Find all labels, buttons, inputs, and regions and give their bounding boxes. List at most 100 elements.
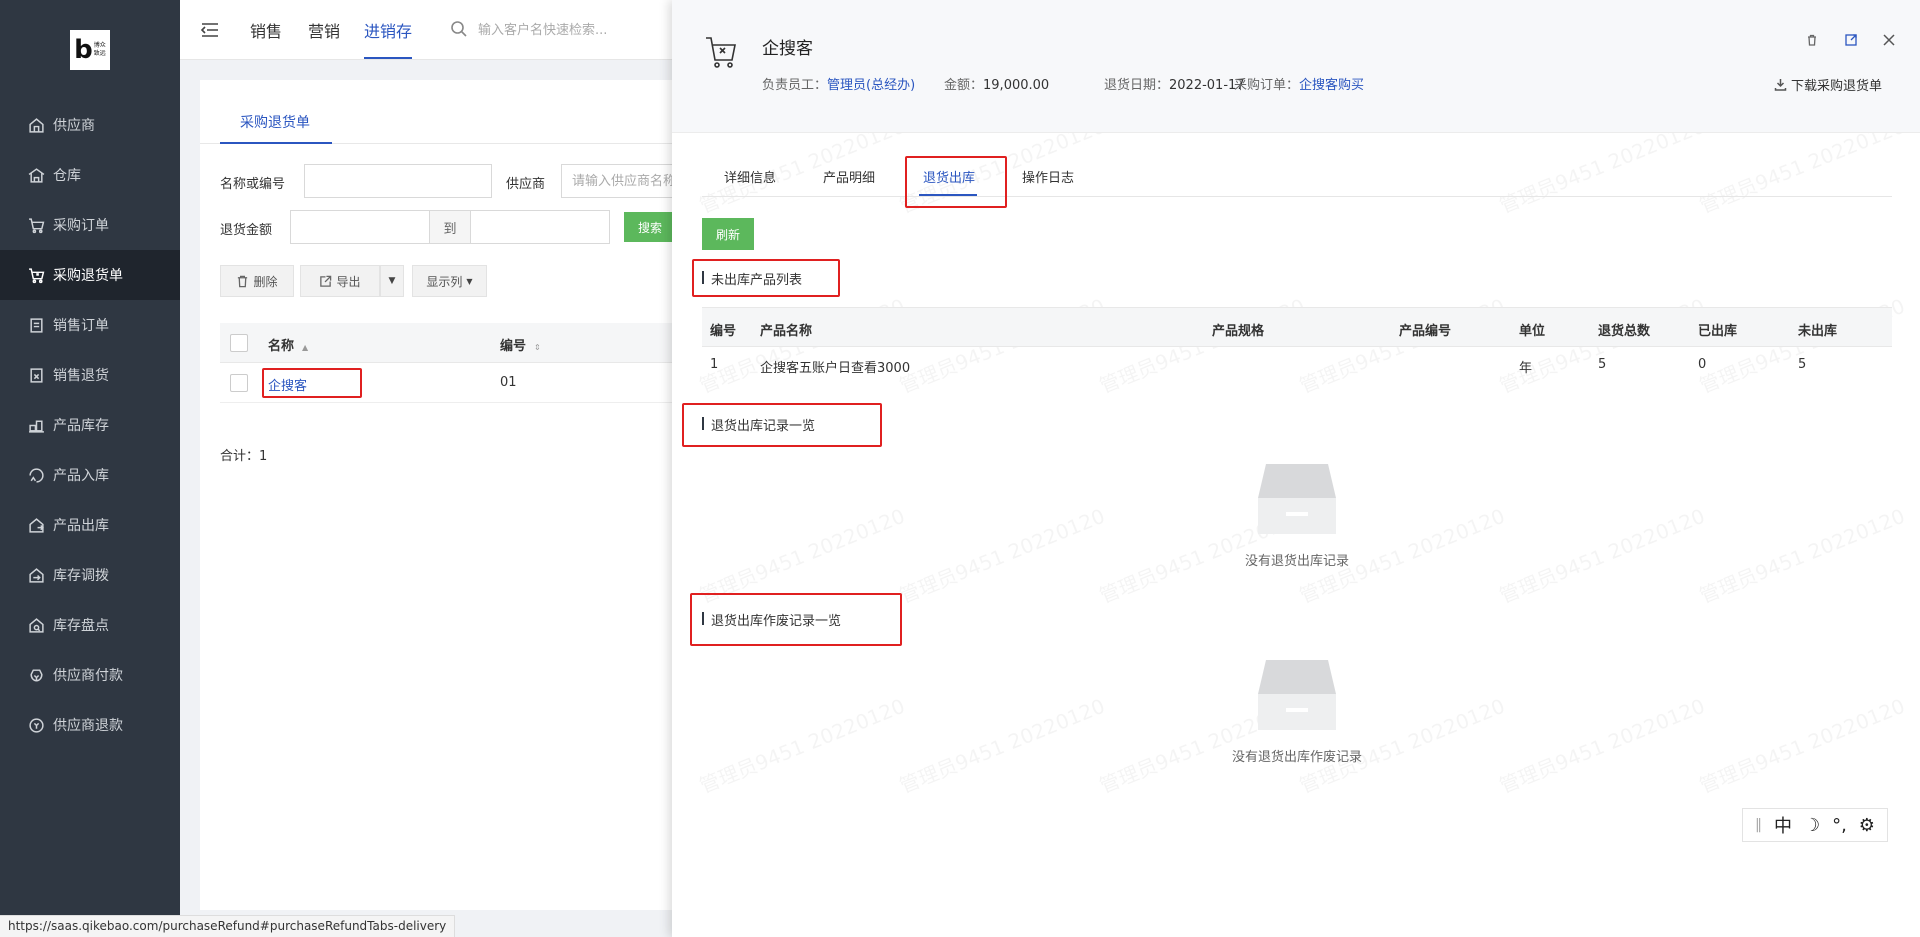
table-row: 1 企搜客五账户日查看3000 年 5 0 5 xyxy=(702,347,1892,385)
cell-shipped: 0 xyxy=(1698,357,1707,372)
download-icon xyxy=(1774,79,1787,91)
gear-icon[interactable]: ⚙ xyxy=(1859,815,1875,836)
supplier-icon xyxy=(29,117,44,133)
detail-drawer: 管理员9451 20220120 管理员9451 20220120 管理员945… xyxy=(672,0,1920,937)
sidebar-item-supplier-refund[interactable]: 供应商退款 xyxy=(0,700,180,750)
col-header-product-name: 产品名称 xyxy=(760,324,813,339)
brand-logo[interactable]: b 博众 致远 xyxy=(70,30,110,70)
nav-tab-inventory[interactable]: 进销存 xyxy=(364,18,412,42)
sidebar-item-sales-return[interactable]: 销售退货 xyxy=(0,350,180,400)
watermark: 管理员9451 20220120 xyxy=(895,500,1109,609)
ime-toolbar: ‖ 中 ☽ °, ⚙ xyxy=(1742,808,1888,842)
sidebar-item-purchase-return[interactable]: 采购退货单 xyxy=(0,250,180,300)
product-table-header: 编号 产品名称 产品规格 产品编号 单位 退货总数 已出库 未出库 xyxy=(702,307,1892,347)
delete-button[interactable]: 删除 xyxy=(220,265,294,297)
col-header-spec: 产品规格 xyxy=(1212,324,1265,339)
close-icon[interactable] xyxy=(1882,33,1896,47)
tab-divider xyxy=(702,196,1892,197)
open-new-window-icon[interactable] xyxy=(1844,33,1858,47)
customer-search-input[interactable] xyxy=(478,18,698,42)
sidebar-item-purchase-order[interactable]: 采购订单 xyxy=(0,200,180,250)
sidebar-item-supplier-payment[interactable]: 供应商付款 xyxy=(0,650,180,700)
nav-tab-marketing[interactable]: 营销 xyxy=(308,18,340,42)
export-dropdown-button[interactable]: ▼ xyxy=(380,265,404,297)
cart-icon xyxy=(29,217,45,233)
tab-operation-log[interactable]: 操作日志 xyxy=(1022,167,1074,186)
ime-drag-handle[interactable]: ‖ xyxy=(1755,817,1762,833)
select-all-checkbox[interactable] xyxy=(230,334,248,352)
sidebar-item-supplier[interactable]: 供应商 xyxy=(0,100,180,150)
search-button[interactable]: 搜索 xyxy=(624,212,676,242)
caret-down-icon: ▼ xyxy=(388,276,396,286)
col-header-name[interactable]: 名称 ▲ xyxy=(268,335,308,354)
ime-punctuation-toggle[interactable]: °, xyxy=(1832,815,1847,836)
date-meta: 退货日期：2022-01-17 xyxy=(1104,78,1245,93)
amount-value: 19,000.00 xyxy=(983,78,1050,93)
row-checkbox[interactable] xyxy=(230,374,248,392)
amount-max-input[interactable] xyxy=(470,210,610,244)
supplier-label: 供应商 xyxy=(506,177,546,192)
main-panel: 采购退货单 名称或编号 供应商 退货金额 到 搜索 删除 导出 ▼ 显示列 ▼ … xyxy=(200,80,721,910)
owner-link[interactable]: 管理员(总经办) xyxy=(827,78,915,93)
col-header-product-code: 产品编号 xyxy=(1399,324,1452,339)
logo-letter: b xyxy=(74,35,93,65)
export-button[interactable]: 导出 xyxy=(300,265,380,297)
drawer-title: 企搜客 xyxy=(762,39,813,59)
sort-icon: ⇕ xyxy=(534,343,541,352)
highlight-box xyxy=(262,368,362,398)
col-header-total: 退货总数 xyxy=(1598,324,1651,339)
highlight-box xyxy=(692,259,840,297)
sidebar-item-product-inbound[interactable]: 产品入库 xyxy=(0,450,180,500)
watermark: 管理员9451 20220120 xyxy=(695,690,909,799)
payment-icon xyxy=(30,668,43,682)
delete-icon[interactable] xyxy=(1805,33,1819,47)
caret-down-icon: ▼ xyxy=(466,276,473,286)
sidebar-item-sales-order[interactable]: 销售订单 xyxy=(0,300,180,350)
highlight-box xyxy=(682,403,882,447)
sidebar-item-stock-check[interactable]: 库存盘点 xyxy=(0,600,180,650)
cell-total: 5 xyxy=(1598,357,1607,372)
watermark: 管理员9451 20220120 xyxy=(1495,500,1709,609)
tab-details[interactable]: 详细信息 xyxy=(724,167,776,186)
sort-asc-icon: ▲ xyxy=(302,343,309,352)
download-return-button[interactable]: 下载采购退货单 xyxy=(1774,75,1882,94)
watermark: 管理员9451 20220120 xyxy=(895,690,1109,799)
empty-box-icon xyxy=(1258,660,1336,730)
name-code-input[interactable] xyxy=(304,164,492,198)
return-amount-label: 退货金额 xyxy=(220,223,273,238)
col-header-no: 编号 xyxy=(710,324,737,339)
refresh-button[interactable]: 刷新 xyxy=(702,218,754,250)
po-meta: 采购订单：企搜客购买 xyxy=(1234,78,1365,93)
table-header: 名称 ▲ 编号 ⇕ xyxy=(220,323,720,363)
nav-tab-sales[interactable]: 销售 xyxy=(250,18,282,42)
tab-purchase-return[interactable]: 采购退货单 xyxy=(220,112,330,132)
sidebar-item-warehouse[interactable]: 仓库 xyxy=(0,150,180,200)
cell-remaining: 5 xyxy=(1798,357,1807,372)
purchase-order-link[interactable]: 企搜客购买 xyxy=(1299,78,1364,93)
sidebar-item-stock-transfer[interactable]: 库存调拨 xyxy=(0,550,180,600)
ime-chinese-toggle[interactable]: 中 xyxy=(1774,812,1792,838)
product-name-link[interactable]: 企搜客五账户日查看3000 xyxy=(760,357,910,376)
sidebar-item-product-stock[interactable]: 产品库存 xyxy=(0,400,180,450)
sidebar-item-product-outbound[interactable]: 产品出库 xyxy=(0,500,180,550)
sales-return-icon xyxy=(30,367,43,383)
cell-unit: 年 xyxy=(1519,361,1533,376)
amount-meta: 金额：19,000.00 xyxy=(944,78,1050,93)
outbound-icon xyxy=(29,517,44,533)
tab-products[interactable]: 产品明细 xyxy=(823,167,875,186)
search-icon xyxy=(451,21,467,37)
trash-icon xyxy=(238,275,248,287)
col-header-shipped: 已出库 xyxy=(1698,324,1738,339)
row-code: 01 xyxy=(500,375,517,390)
col-header-remaining: 未出库 xyxy=(1798,324,1838,339)
col-header-code[interactable]: 编号 ⇕ xyxy=(500,335,541,354)
menu-toggle-icon[interactable] xyxy=(200,20,220,40)
order-icon xyxy=(30,317,43,333)
empty-box-icon xyxy=(1258,464,1336,534)
amount-min-input[interactable] xyxy=(290,210,430,244)
column-display-button[interactable]: 显示列 ▼ xyxy=(412,265,487,297)
moon-icon[interactable]: ☽ xyxy=(1804,815,1820,836)
warehouse-icon xyxy=(28,167,45,183)
inbound-icon xyxy=(29,467,44,483)
stock-icon xyxy=(29,420,44,433)
